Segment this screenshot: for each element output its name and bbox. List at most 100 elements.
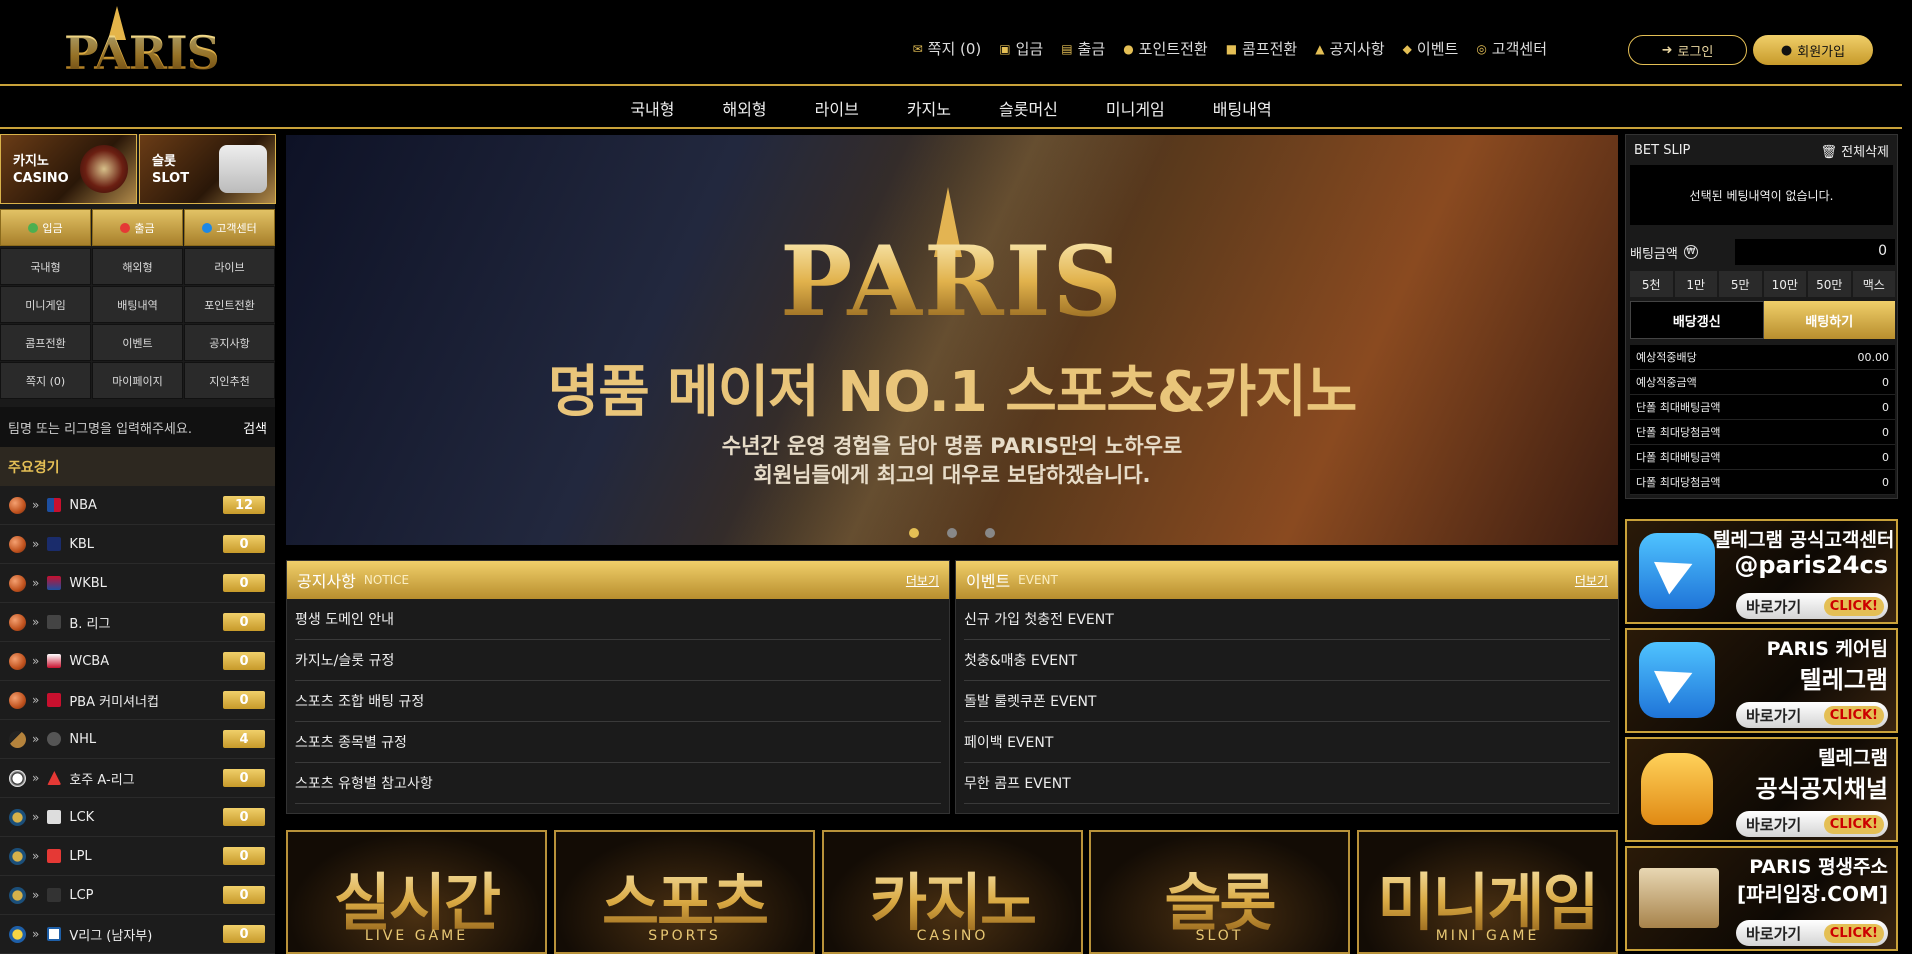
menu-minigame[interactable]: 미니게임 (0, 286, 91, 323)
refresh-odds-button[interactable]: 배당갱신 (1630, 301, 1764, 339)
event-item[interactable]: 돌발 룰렛쿠폰 EVENT (964, 681, 1610, 722)
carousel-dot[interactable] (909, 528, 919, 538)
quick-50k[interactable]: 5만 (1719, 271, 1762, 297)
league-row-wkbl[interactable]: » WKBL 0 (0, 564, 275, 603)
hero-banner[interactable]: PARIS 명품 메이저 NO.1 스포츠&카지노 수년간 운영 경험을 담아 … (286, 135, 1618, 545)
lol-icon (9, 847, 26, 865)
mainnav-casino[interactable]: 카지노 (907, 96, 951, 120)
menu-event[interactable]: 이벤트 (92, 324, 183, 361)
paris-logo[interactable]: PARIS (64, 6, 220, 80)
menu-referral[interactable]: 지인추천 (184, 362, 275, 399)
league-row-lcp[interactable]: » LCP 0 (0, 876, 275, 915)
ad-care-team[interactable]: PARIS 케어팀 텔레그램 바로가기 CLICK! (1625, 628, 1898, 733)
menu-overseas[interactable]: 해외형 (92, 248, 183, 285)
league-logo-icon (47, 732, 62, 746)
menu-domestic[interactable]: 국내형 (0, 248, 91, 285)
quick-5k[interactable]: 5천 (1630, 271, 1673, 297)
quick-100k[interactable]: 10만 (1763, 271, 1806, 297)
nav-point[interactable]: ● 포인트전환 (1123, 38, 1208, 59)
support-button[interactable]: 고객센터 (184, 209, 275, 246)
mainnav-live[interactable]: 라이브 (815, 96, 859, 120)
notice-item[interactable]: 스포츠 유형별 참고사항 (295, 763, 941, 804)
nav-notice[interactable]: ▲ 공지사항 (1315, 38, 1384, 59)
carousel-dot[interactable] (947, 528, 957, 538)
category-sports[interactable]: 스포츠 SPORTS (554, 830, 815, 954)
event-more-link[interactable]: 더보기 (1575, 572, 1608, 589)
notice-item[interactable]: 평생 도메인 안내 (295, 599, 941, 640)
korea-flag-icon (47, 927, 62, 941)
quick-max[interactable]: 맥스 (1852, 271, 1895, 297)
mainnav-bethistory[interactable]: 배팅내역 (1213, 96, 1272, 120)
menu-live[interactable]: 라이브 (184, 248, 275, 285)
mainnav-slot[interactable]: 슬롯머신 (999, 96, 1058, 120)
nav-event[interactable]: ◆ 이벤트 (1403, 38, 1459, 59)
nav-message[interactable]: ✉ 쪽지 (0) (913, 38, 982, 59)
nav-deposit[interactable]: ▣ 입금 (999, 38, 1043, 59)
logo-text: PARIS (64, 26, 220, 80)
search-input[interactable]: 팀명 또는 리그명을 입력해주세요. (8, 418, 192, 437)
league-row-lck[interactable]: » LCK 0 (0, 798, 275, 837)
quick-500k[interactable]: 50만 (1808, 271, 1851, 297)
casino-promo[interactable]: 카지노 CASINO (0, 134, 137, 204)
login-button[interactable]: ➜ 로그인 (1628, 35, 1747, 65)
event-item[interactable]: 신규 가입 첫충전 EVENT (964, 599, 1610, 640)
ad-notice-channel[interactable]: 텔레그램 공식공지채널 바로가기 CLICK! (1625, 737, 1898, 842)
ad-telegram-cs[interactable]: 텔레그램 공식고객센터 @paris24cs 바로가기 CLICK! (1625, 519, 1898, 624)
league-row-wcba[interactable]: » WCBA 0 (0, 642, 275, 681)
notice-item[interactable]: 스포츠 종목별 규정 (295, 722, 941, 763)
trash-icon: 🗑 (1820, 144, 1838, 160)
league-row-bleague[interactable]: » B. 리그 0 (0, 603, 275, 642)
nav-withdraw[interactable]: ▤ 출금 (1061, 38, 1105, 59)
deposit-button[interactable]: 입금 (0, 209, 91, 246)
double-chevron-icon: » (32, 693, 40, 707)
withdraw-button[interactable]: 출금 (92, 209, 183, 246)
mainnav-domestic[interactable]: 국내형 (630, 96, 674, 120)
category-live[interactable]: 실시간 LIVE GAME (286, 830, 547, 954)
category-casino[interactable]: 카지노 CASINO (822, 830, 1083, 954)
place-bet-button[interactable]: 배팅하기 (1763, 301, 1895, 339)
carousel-dot[interactable] (985, 528, 995, 538)
league-row-pba[interactable]: » PBA 커미셔너컵 0 (0, 681, 275, 720)
double-chevron-icon: » (32, 576, 40, 590)
menu-notice[interactable]: 공지사항 (184, 324, 275, 361)
league-row-nhl[interactable]: » NHL 4 (0, 720, 275, 759)
league-row-aleague[interactable]: » 호주 A-리그 0 (0, 759, 275, 798)
league-row-nba[interactable]: » NBA 12 (0, 486, 275, 525)
nav-comp[interactable]: ■ 콤프전환 (1226, 38, 1298, 59)
join-button[interactable]: ● 회원가입 (1753, 35, 1873, 65)
mainnav-minigame[interactable]: 미니게임 (1106, 96, 1165, 120)
event-item[interactable]: 무한 콤프 EVENT (964, 763, 1610, 804)
league-row-kbl[interactable]: » KBL 0 (0, 525, 275, 564)
notice-more-link[interactable]: 더보기 (906, 572, 939, 589)
bet-amount-input[interactable]: 0 (1735, 239, 1895, 265)
event-item[interactable]: 첫충&매충 EVENT (964, 640, 1610, 681)
mainnav-overseas[interactable]: 해외형 (722, 96, 766, 120)
league-logo-icon (47, 771, 62, 785)
betslip-empty-message: 선택된 베팅내역이 없습니다. (1630, 165, 1893, 225)
search-button[interactable]: 검색 (243, 418, 267, 437)
slot-promo[interactable]: 슬롯 SLOT (139, 134, 276, 204)
clear-all-button[interactable]: 🗑 전체삭제 (1821, 141, 1890, 160)
double-chevron-icon: » (32, 849, 40, 863)
nav-support[interactable]: ◎ 고객센터 (1476, 38, 1547, 59)
bet-stats: 예상적중배당 00.00 예상적중금액 0 단폴 최대배팅금액 0 단폴 최대당첨금액… (1630, 345, 1895, 495)
league-logo-icon (47, 498, 62, 512)
quick-10k[interactable]: 1만 (1674, 271, 1717, 297)
banner-headline: 명품 메이저 NO.1 스포츠&카지노 (547, 360, 1358, 425)
category-slot[interactable]: 슬롯 SLOT (1089, 830, 1350, 954)
notice-item[interactable]: 카지노/슬롯 규정 (295, 640, 941, 681)
league-logo-icon (47, 849, 62, 863)
ad-permanent-address[interactable]: PARIS 평생주소 [파리입장.COM] 바로가기 CLICK! (1625, 846, 1898, 951)
category-minigame[interactable]: 미니게임 MINI GAME (1357, 830, 1618, 954)
event-item[interactable]: 페이백 EVENT (964, 722, 1610, 763)
menu-message[interactable]: 쪽지 (0) (0, 362, 91, 399)
notice-item[interactable]: 스포츠 조합 배팅 규정 (295, 681, 941, 722)
bell-icon: ▲ (1315, 41, 1325, 56)
menu-comp[interactable]: 콤프전환 (0, 324, 91, 361)
menu-mypage[interactable]: 마이페이지 (92, 362, 183, 399)
menu-point[interactable]: 포인트전환 (184, 286, 275, 323)
menu-bethistory[interactable]: 배팅내역 (92, 286, 183, 323)
league-row-lpl[interactable]: » LPL 0 (0, 837, 275, 876)
double-chevron-icon: » (32, 732, 40, 746)
league-row-vleague[interactable]: » V리그 (남자부) 0 (0, 915, 275, 954)
